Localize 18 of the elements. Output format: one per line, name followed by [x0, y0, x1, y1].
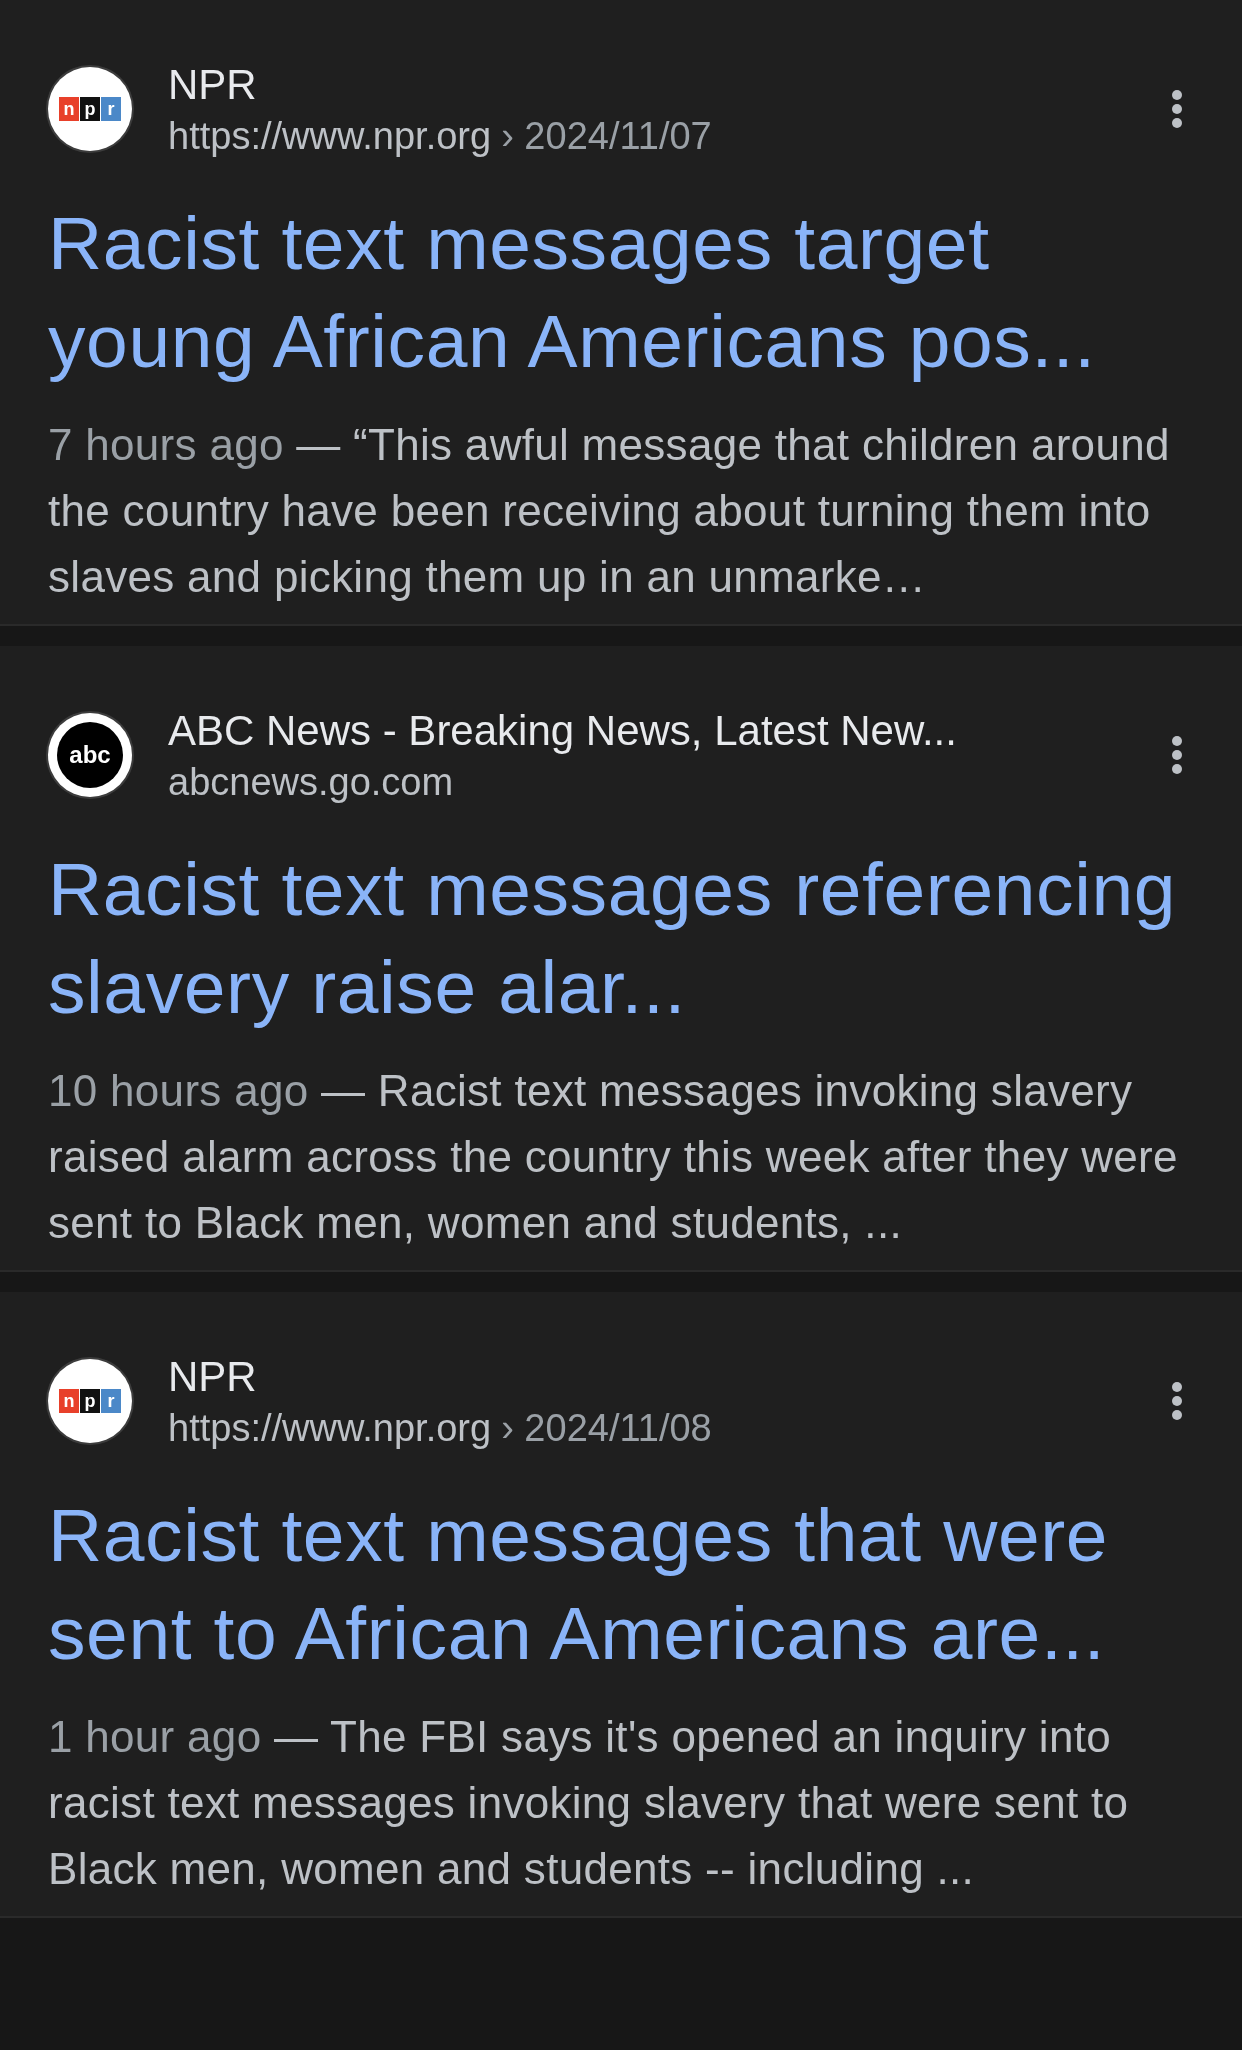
more-options-icon[interactable] [1170, 735, 1184, 775]
more-options-icon[interactable] [1170, 89, 1184, 129]
result-title-link[interactable]: Racist text messages that were sent to African Americans are... [48, 1486, 1194, 1682]
result-snippet: 1 hour ago — The FBI says it's opened an inquiry into racist text messages invoking slavery that were sent to Black men, women and students -- including ... [48, 1711, 1130, 1895]
more-options-icon[interactable] [1170, 1381, 1184, 1421]
result-url: https://www.npr.org [168, 1406, 492, 1451]
abc-logo-icon: abc [57, 722, 123, 788]
result-snippet: 7 hours ago — “This awful message that children around the country have been receiving about turning them into slaves and picking them up in an unmarke… [48, 419, 1171, 603]
source-name: NPR [168, 1352, 258, 1402]
result-snippet: 10 hours ago — Racist text messages invoking slavery raised alarm across the country this week after they were sent to Black men, women and students, ... [48, 1065, 1179, 1249]
url-breadcrumb: › 2024/11/08 [501, 1406, 712, 1451]
result-url: abcnews.go.com [168, 760, 454, 805]
url-breadcrumb: › 2024/11/07 [501, 114, 712, 159]
result-title-link[interactable]: Racist text messages target young African Americans pos... [48, 194, 1194, 390]
result-title-link[interactable]: Racist text messages referencing slavery raise alar... [48, 840, 1194, 1036]
source-name: NPR [168, 60, 258, 110]
source-name: ABC News - Breaking News, Latest New... [168, 706, 958, 756]
result-url: https://www.npr.org [168, 114, 492, 159]
